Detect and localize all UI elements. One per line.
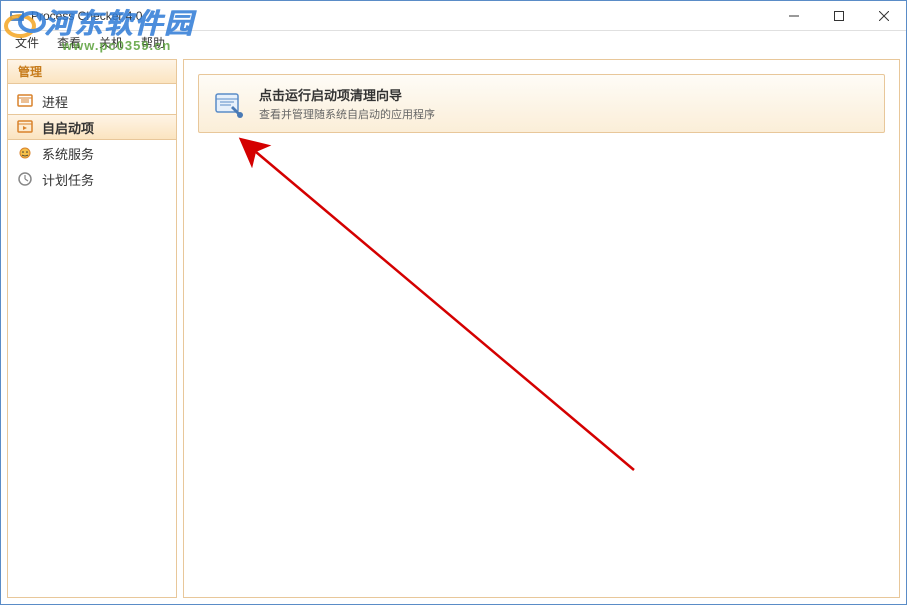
red-arrow-annotation [234,130,664,510]
sidebar-item-label: 进程 [42,92,68,111]
maximize-button[interactable] [816,1,861,30]
sidebar-item-label: 系统服务 [42,144,94,163]
card-text: 点击运行启动项清理向导 查看并管理随系统自启动的应用程序 [259,85,435,122]
window-controls [771,1,906,30]
app-icon [9,8,25,24]
body-area: 管理 进程 [1,53,906,604]
sidebar-item-label: 自启动项 [42,118,94,137]
sidebar-item-tasks[interactable]: 计划任务 [8,166,176,192]
sidebar-item-startup[interactable]: 自启动项 [8,114,176,140]
titlebar: Process Checker 4.0 [1,1,906,31]
main-content: 点击运行启动项清理向导 查看并管理随系统自启动的应用程序 [183,59,900,598]
tasks-icon [16,170,34,188]
sidebar: 管理 进程 [7,59,177,598]
menu-file[interactable]: 文件 [7,32,47,53]
card-subtitle: 查看并管理随系统自启动的应用程序 [259,106,435,122]
services-icon [16,144,34,162]
card-title: 点击运行启动项清理向导 [259,85,435,104]
menu-view[interactable]: 查看 [49,32,89,53]
minimize-button[interactable] [771,1,816,30]
process-icon [16,92,34,110]
sidebar-list: 进程 自启动项 [8,84,176,196]
close-button[interactable] [861,1,906,30]
startup-icon [16,118,34,136]
wizard-icon [213,88,245,120]
menu-shutdown[interactable]: 关机 [91,32,131,53]
sidebar-item-label: 计划任务 [42,170,94,189]
startup-wizard-card[interactable]: 点击运行启动项清理向导 查看并管理随系统自启动的应用程序 [198,74,885,133]
sidebar-item-services[interactable]: 系统服务 [8,140,176,166]
sidebar-item-process[interactable]: 进程 [8,88,176,114]
app-window: Process Checker 4.0 文件 查看 关机 帮助 管理 [0,0,907,605]
menubar: 文件 查看 关机 帮助 [1,31,906,53]
menu-help[interactable]: 帮助 [133,32,173,53]
sidebar-header: 管理 [8,60,176,84]
window-title: Process Checker 4.0 [31,9,771,23]
